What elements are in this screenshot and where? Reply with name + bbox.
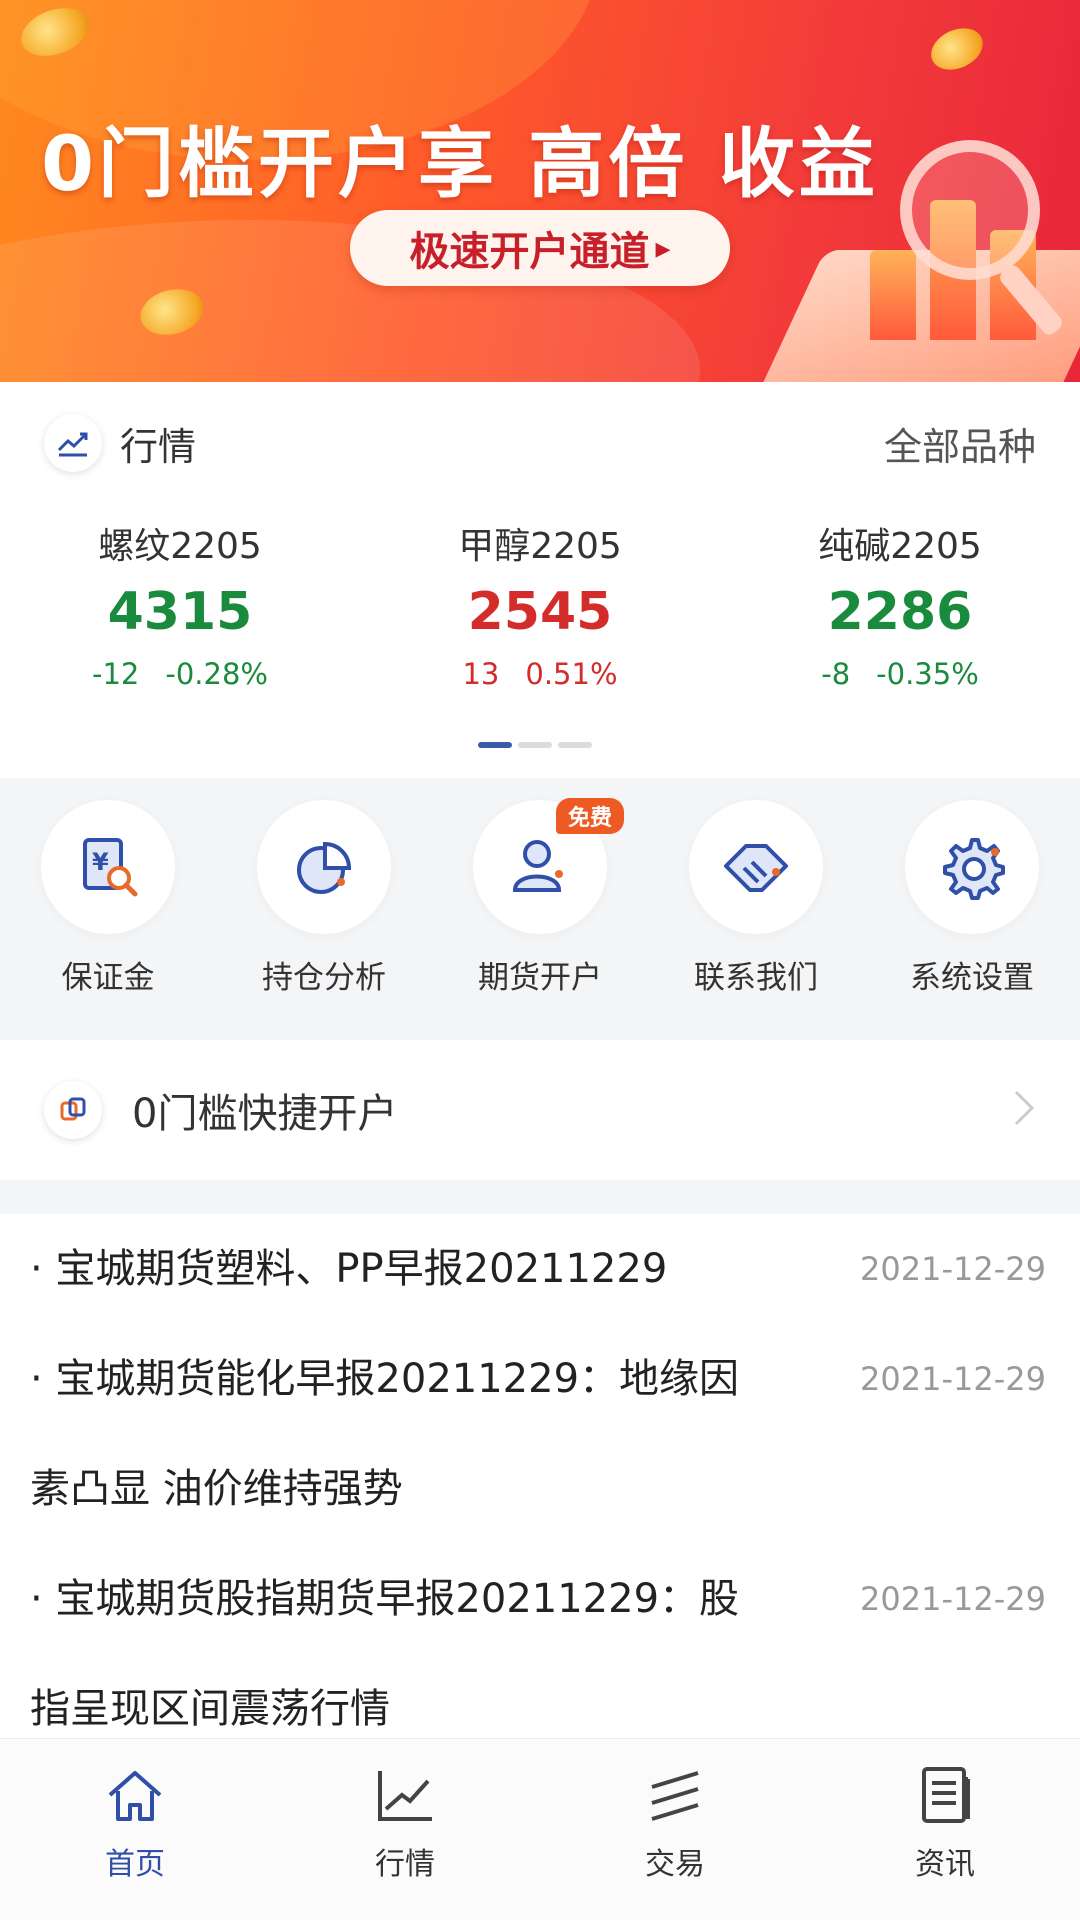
news-item[interactable]: · 宝城期货塑料、PP早报20211229 2021-12-29 — [0, 1214, 1080, 1324]
carousel-page-indicator — [478, 742, 592, 748]
page-dot-active — [478, 742, 512, 748]
ticker-price: 4315 — [107, 582, 253, 642]
trade-icon — [642, 1765, 708, 1829]
ticker-change-percent: 0.51% — [525, 657, 618, 691]
bar-illustration — [870, 250, 916, 340]
handshake-icon — [689, 800, 823, 934]
margin-doc-icon: ¥ — [41, 800, 175, 934]
tab-trade[interactable]: 交易 — [540, 1739, 810, 1920]
bottom-tab-bar: 首页 行情 交易 资讯 — [0, 1738, 1080, 1920]
cta-label: 极速开户通道 — [409, 229, 650, 275]
ticker-change-percent: -0.35% — [876, 657, 979, 691]
ticker-change: 13 0.51% — [360, 650, 720, 698]
play-arrow-icon: ▸ — [655, 230, 671, 266]
coin-decoration — [924, 20, 990, 78]
ticker-change-value: 13 — [462, 657, 500, 691]
ticker-card[interactable]: 甲醇2205 2545 13 0.51% — [360, 520, 720, 720]
gear-icon — [905, 800, 1039, 934]
page-dot — [518, 742, 552, 748]
all-varieties-link[interactable]: 全部品种 — [884, 416, 1036, 471]
line-chart-icon — [372, 1765, 438, 1829]
market-header: 行情 全部品种 — [0, 382, 1080, 504]
news-title-line: 素凸显 油价维持强势 — [30, 1466, 403, 1512]
tab-label: 首页 — [105, 1847, 165, 1882]
quick-item-margin[interactable]: ¥ 保证金 — [0, 800, 216, 1030]
ticker-card[interactable]: 螺纹2205 4315 -12 -0.28% — [0, 520, 360, 720]
quick-item-settings[interactable]: 系统设置 — [864, 800, 1080, 1030]
tab-label: 行情 — [375, 1847, 435, 1882]
quick-item-label: 系统设置 — [910, 960, 1034, 996]
ticker-name: 甲醇2205 — [458, 526, 622, 567]
pie-chart-icon — [257, 800, 391, 934]
promo-banner[interactable]: 0门槛开户享 高倍 收益 极速开户通道 ▸ — [0, 0, 1080, 382]
news-list: · 宝城期货塑料、PP早报20211229 2021-12-29 · 宝城期货能… — [0, 1214, 1080, 1738]
home-icon — [102, 1765, 168, 1829]
fast-open-label: 0门槛快捷开户 — [132, 1091, 398, 1137]
news-title-line: 指呈现区间震荡行情 — [30, 1686, 390, 1732]
ticker-name: 螺纹2205 — [98, 526, 262, 567]
section-divider — [0, 1030, 1080, 1040]
quick-item-contact-us[interactable]: 联系我们 — [648, 800, 864, 1030]
quick-item-label: 持仓分析 — [262, 960, 386, 996]
quick-item-label: 保证金 — [61, 960, 155, 996]
quick-item-open-account[interactable]: 免费 期货开户 — [432, 798, 648, 1030]
news-title-line: · 宝城期货能化早报20211229：地缘因 — [30, 1356, 740, 1402]
tab-label: 交易 — [645, 1847, 705, 1882]
ticker-name: 纯碱2205 — [818, 526, 982, 567]
tab-label: 资讯 — [915, 1847, 975, 1882]
ticker-change: -8 -0.35% — [720, 650, 1080, 698]
section-divider — [0, 1180, 1080, 1214]
fast-open-account-row[interactable]: 0门槛快捷开户 — [0, 1040, 1080, 1180]
quick-item-label: 联系我们 — [694, 960, 818, 996]
ticker-price: 2286 — [827, 582, 973, 642]
ticker-change-percent: -0.28% — [165, 657, 268, 691]
free-badge: 免费 — [556, 798, 625, 834]
open-account-cta-button[interactable]: 极速开户通道 ▸ — [350, 210, 730, 286]
news-item[interactable]: · 宝城期货股指期货早报20211229：股 指呈现区间震荡行情 2021-12… — [0, 1544, 1080, 1738]
quick-menu: ¥ 保证金 持仓分析 免费 期货开户 联系我们 系统设置 — [0, 778, 1080, 1030]
ticker-price: 2545 — [467, 582, 613, 642]
news-date: 2021-12-29 — [860, 1250, 1046, 1288]
tab-market[interactable]: 行情 — [270, 1739, 540, 1920]
news-date: 2021-12-29 — [860, 1360, 1046, 1398]
news-date: 2021-12-29 — [860, 1580, 1046, 1618]
ticker-change-value: -12 — [92, 657, 140, 691]
ticker-change-value: -8 — [821, 657, 851, 691]
quick-item-position-analysis[interactable]: 持仓分析 — [216, 800, 432, 1030]
market-title: 行情 — [120, 424, 197, 469]
news-item[interactable]: · 宝城期货能化早报20211229：地缘因 素凸显 油价维持强势 2021-1… — [0, 1324, 1080, 1544]
banner-headline: 0门槛开户享 高倍 收益 — [41, 119, 879, 208]
trend-chart-icon — [44, 414, 102, 472]
quick-item-label: 期货开户 — [478, 960, 602, 996]
page-dot — [558, 742, 592, 748]
chevron-right-icon — [1010, 1088, 1036, 1132]
ticker-card[interactable]: 纯碱2205 2286 -8 -0.35% — [720, 520, 1080, 720]
link-icon — [44, 1081, 102, 1139]
tab-home[interactable]: 首页 — [0, 1739, 270, 1920]
tab-news[interactable]: 资讯 — [810, 1739, 1080, 1920]
svg-text:¥: ¥ — [92, 848, 109, 876]
ticker-change: -12 -0.28% — [0, 650, 360, 698]
news-title-line: · 宝城期货股指期货早报20211229：股 — [30, 1576, 740, 1622]
news-icon — [912, 1765, 978, 1829]
ticker-carousel[interactable]: 螺纹2205 4315 -12 -0.28% 甲醇2205 2545 13 0.51… — [0, 520, 1080, 720]
